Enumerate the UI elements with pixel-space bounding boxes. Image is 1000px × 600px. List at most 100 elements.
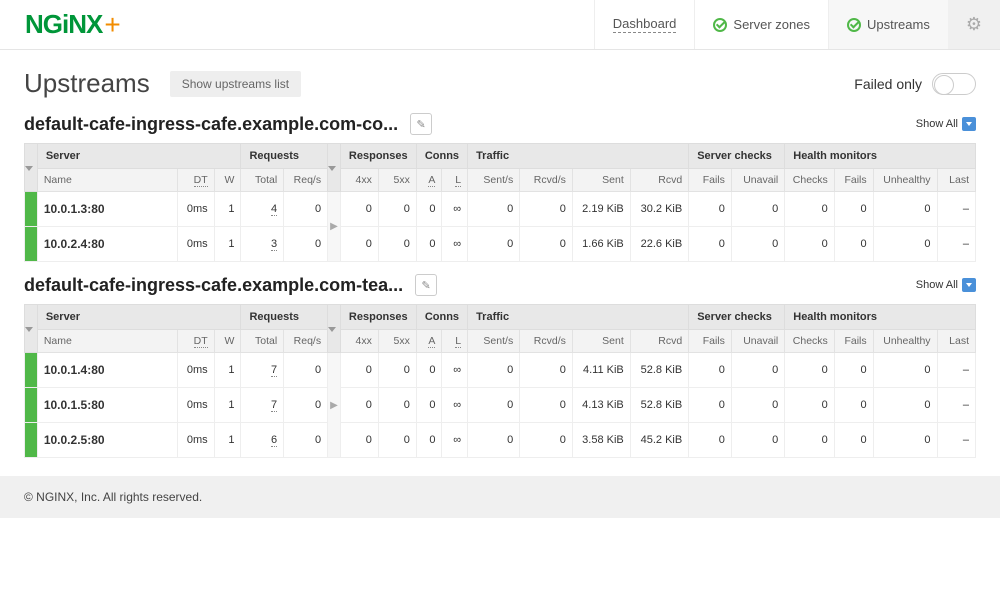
cell-a: 0 [416, 227, 442, 262]
cell-hfails: 0 [834, 423, 873, 458]
expand-chevron-icon[interactable]: ▶ [328, 192, 341, 262]
server-name: 10.0.2.4:80 [37, 227, 177, 262]
cell-sent: 4.13 KiB [572, 388, 630, 423]
cell-dt: 0ms [177, 192, 214, 227]
cell-5xx: 0 [378, 227, 416, 262]
cell-reqs: 0 [284, 192, 328, 227]
server-row: 10.0.2.5:80 0ms 1 6 0 0 0 0 ∞ 0 0 3.58 K… [25, 423, 976, 458]
gear-icon: ⚙ [966, 14, 982, 35]
cell-w: 1 [214, 423, 241, 458]
status-indicator [25, 192, 38, 227]
nav-upstreams[interactable]: Upstreams [828, 0, 948, 49]
cell-hfails: 0 [834, 227, 873, 262]
server-row: 10.0.2.4:80 0ms 1 3 0 0 0 0 ∞ 0 0 1.66 K… [25, 227, 976, 262]
cell-dt: 0ms [177, 423, 214, 458]
cell-last: – [937, 192, 975, 227]
cell-dt: 0ms [177, 227, 214, 262]
cell-rcvd: 30.2 KiB [630, 192, 688, 227]
cell-checks: 0 [785, 423, 835, 458]
cell-5xx: 0 [378, 423, 416, 458]
cell-last: – [937, 423, 975, 458]
nav-upstreams-label: Upstreams [867, 17, 930, 32]
pencil-icon: ✎ [417, 118, 426, 131]
edit-button[interactable]: ✎ [415, 274, 437, 296]
show-all-select[interactable]: Show All [916, 117, 976, 131]
cell-a: 0 [416, 423, 442, 458]
cell-rcvd: 22.6 KiB [630, 227, 688, 262]
cell-unavail: 0 [731, 227, 784, 262]
cell-sents: 0 [468, 192, 520, 227]
cell-rcvds: 0 [520, 227, 573, 262]
logo-text: NGiNX [25, 9, 102, 40]
cell-l: ∞ [442, 353, 468, 388]
cell-w: 1 [214, 227, 241, 262]
cell-5xx: 0 [378, 353, 416, 388]
cell-sents: 0 [468, 388, 520, 423]
upstream-table: ServerRequests ResponsesConns TrafficSer… [24, 143, 976, 262]
nav-dashboard[interactable]: Dashboard [594, 0, 695, 49]
cell-rcvds: 0 [520, 423, 573, 458]
collapse-chevron-icon[interactable] [25, 144, 38, 192]
cell-rcvd: 52.8 KiB [630, 388, 688, 423]
cell-hfails: 0 [834, 353, 873, 388]
cell-unhealthy: 0 [873, 423, 937, 458]
cell-checks: 0 [785, 353, 835, 388]
show-upstreams-list-button[interactable]: Show upstreams list [170, 71, 301, 97]
cell-dt: 0ms [177, 388, 214, 423]
page-head: Upstreams Show upstreams list Failed onl… [0, 50, 1000, 109]
failed-only-label: Failed only [854, 76, 922, 92]
status-indicator [25, 353, 38, 388]
cell-fails: 0 [689, 423, 732, 458]
check-icon [713, 18, 727, 32]
cell-sent: 3.58 KiB [572, 423, 630, 458]
nav-dashboard-label: Dashboard [613, 16, 677, 33]
cell-dt: 0ms [177, 353, 214, 388]
top-header: NGiNX + Dashboard Server zones Upstreams… [0, 0, 1000, 50]
expand-header-icon[interactable] [328, 305, 341, 353]
cell-reqs: 0 [284, 227, 328, 262]
expand-chevron-icon[interactable]: ▶ [328, 353, 341, 458]
failed-only-toggle[interactable] [932, 73, 976, 95]
dropdown-icon [962, 278, 976, 292]
show-all-label: Show All [916, 279, 958, 291]
edit-button[interactable]: ✎ [410, 113, 432, 135]
logo-plus-icon: + [104, 9, 120, 41]
cell-unhealthy: 0 [873, 227, 937, 262]
cell-l: ∞ [442, 388, 468, 423]
cell-a: 0 [416, 353, 442, 388]
cell-sent: 2.19 KiB [572, 192, 630, 227]
cell-w: 1 [214, 192, 241, 227]
cell-4xx: 0 [340, 353, 378, 388]
cell-hfails: 0 [834, 388, 873, 423]
cell-sent: 1.66 KiB [572, 227, 630, 262]
cell-4xx: 0 [340, 227, 378, 262]
cell-checks: 0 [785, 227, 835, 262]
cell-fails: 0 [689, 353, 732, 388]
nav-server-zones[interactable]: Server zones [694, 0, 828, 49]
settings-button[interactable]: ⚙ [948, 0, 1000, 49]
logo: NGiNX + [0, 9, 146, 41]
cell-5xx: 0 [378, 192, 416, 227]
expand-header-icon[interactable] [328, 144, 341, 192]
status-indicator [25, 423, 38, 458]
cell-unavail: 0 [731, 388, 784, 423]
cell-sents: 0 [468, 353, 520, 388]
show-all-label: Show All [916, 118, 958, 130]
cell-4xx: 0 [340, 388, 378, 423]
cell-unavail: 0 [731, 353, 784, 388]
cell-reqs: 0 [284, 388, 328, 423]
cell-l: ∞ [442, 423, 468, 458]
show-all-select[interactable]: Show All [916, 278, 976, 292]
cell-fails: 0 [689, 227, 732, 262]
upstream-group-title: default-cafe-ingress-cafe.example.com-te… [24, 275, 403, 296]
dropdown-icon [962, 117, 976, 131]
cell-last: – [937, 388, 975, 423]
cell-checks: 0 [785, 192, 835, 227]
cell-unavail: 0 [731, 192, 784, 227]
cell-sents: 0 [468, 423, 520, 458]
server-name: 10.0.1.4:80 [37, 353, 177, 388]
collapse-chevron-icon[interactable] [25, 305, 38, 353]
upstream-group-title: default-cafe-ingress-cafe.example.com-co… [24, 114, 398, 135]
server-name: 10.0.2.5:80 [37, 423, 177, 458]
upstream-table: ServerRequests ResponsesConns TrafficSer… [24, 304, 976, 458]
